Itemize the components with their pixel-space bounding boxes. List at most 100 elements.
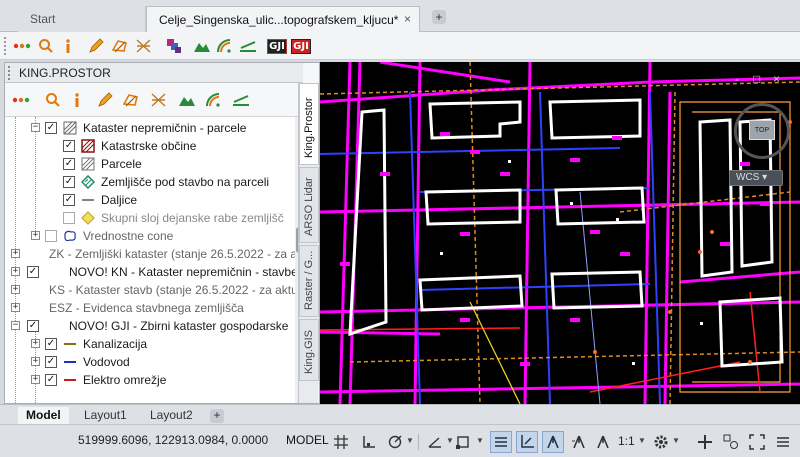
panel-grip[interactable] [8, 66, 11, 80]
chevron-down-icon[interactable]: ▼ [672, 436, 680, 445]
plus-icon[interactable] [694, 431, 716, 453]
layer-checkbox[interactable]: ✓ [45, 374, 57, 386]
gji-icon[interactable]: GJI [266, 36, 288, 56]
layer-checkbox[interactable]: ✓ [27, 266, 39, 278]
minimize-icon[interactable]: - [735, 72, 739, 86]
new-tab-button[interactable]: + [432, 10, 446, 24]
gear-icon[interactable] [650, 431, 672, 453]
layer-checkbox[interactable]: ✓ [27, 320, 39, 332]
tree-row[interactable]: + ZK - Zemljiški kataster (stanje 26.5.2… [5, 245, 295, 263]
search-icon[interactable] [36, 36, 56, 56]
expand-icon[interactable]: + [11, 267, 20, 276]
model-space-button[interactable]: MODEL [282, 431, 333, 451]
tree-row[interactable]: − ✓ NOVO! GJI - Zbirni kataster gospodar… [5, 317, 295, 335]
isolate-objects-icon[interactable] [720, 431, 742, 453]
tree-row[interactable]: ✓ Parcele [5, 155, 295, 173]
tree-row[interactable]: + Vrednostne cone [5, 227, 295, 245]
tree-row[interactable]: + ✓ NOVO! KN - Kataster nepremičnin - st… [5, 263, 295, 281]
tab-layout1[interactable]: Layout1 [76, 407, 135, 425]
tree-row[interactable]: ✓ Katastrske občine [5, 137, 295, 155]
polygon-edit-icon[interactable] [121, 90, 141, 110]
cad-drawing[interactable] [320, 62, 800, 404]
tab-king-gis[interactable]: King.GIS [299, 319, 319, 381]
layer-checkbox[interactable]: ✓ [63, 158, 75, 170]
object-snap-icon[interactable] [452, 431, 474, 453]
close-icon[interactable]: × [404, 12, 411, 26]
tree-row[interactable]: Skupni sloj dejanske rabe zemljišč [5, 209, 295, 227]
line-icon[interactable] [238, 36, 258, 56]
wifi-signal-icon[interactable] [203, 90, 223, 110]
annotation-visibility-icon[interactable] [542, 431, 564, 453]
info-icon[interactable] [58, 36, 78, 56]
layer-checkbox[interactable]: ✓ [63, 194, 75, 206]
tree-row[interactable]: ✓ Zemljišče pod stavbo na parceli [5, 173, 295, 191]
viewcube-top-face[interactable]: TOP [749, 120, 775, 140]
info-icon[interactable] [67, 90, 87, 110]
close-icon[interactable]: × [773, 72, 780, 86]
tree-row[interactable]: + ESZ - Evidenca stavbnega zemljišča [5, 299, 295, 317]
crosshatch-icon[interactable] [134, 36, 154, 56]
expand-icon[interactable]: + [31, 231, 40, 240]
maximize-icon[interactable]: □ [753, 72, 760, 86]
expand-icon[interactable]: + [11, 303, 20, 312]
tab-start[interactable]: Start [18, 6, 146, 32]
tree-row[interactable]: + ✓ Vodovod [5, 353, 295, 371]
add-layout-button[interactable]: + [210, 409, 224, 423]
layer-checkbox[interactable] [45, 230, 57, 242]
fullscreen-icon[interactable] [746, 431, 768, 453]
chevron-down-icon[interactable]: ▼ [638, 436, 646, 445]
terrain-icon[interactable] [192, 36, 212, 56]
toolbar-grip[interactable] [4, 37, 7, 55]
pencil-icon[interactable] [86, 36, 106, 56]
search-icon[interactable] [43, 90, 63, 110]
scale-readout[interactable]: 1:1 [618, 434, 635, 448]
layer-checkbox[interactable]: ✓ [45, 356, 57, 368]
isometric-icon[interactable] [424, 431, 446, 453]
layer-checkbox[interactable]: ✓ [45, 338, 57, 350]
layers-color-icon[interactable] [164, 36, 184, 56]
collapse-icon[interactable]: − [11, 321, 20, 330]
coordinate-readout[interactable]: 519999.6096, 122913.0984, 0.0000 [78, 433, 268, 447]
line-icon[interactable] [231, 90, 251, 110]
expand-icon[interactable]: + [11, 285, 20, 294]
expand-icon[interactable]: + [31, 357, 40, 366]
tree-row[interactable]: + ✓ Elektro omrežje [5, 371, 295, 389]
tree-row[interactable]: ✓ Daljice [5, 191, 295, 209]
panel-title-bar[interactable]: KING.PROSTOR [5, 63, 303, 83]
tab-layout2[interactable]: Layout2 [142, 407, 201, 425]
tree-row[interactable]: + KS - Kataster stavb (stanje 26.5.2022 … [5, 281, 295, 299]
snap-icon[interactable] [358, 431, 380, 453]
tab-model[interactable]: Model [18, 407, 69, 425]
layer-checkbox[interactable] [63, 212, 75, 224]
layer-checkbox[interactable]: ✓ [63, 140, 75, 152]
menu-icon[interactable] [772, 431, 794, 453]
annotation-scale-icon[interactable] [592, 431, 614, 453]
pencil-icon[interactable] [95, 90, 115, 110]
collapse-icon[interactable]: − [31, 123, 40, 132]
expand-icon[interactable]: + [11, 249, 20, 258]
dots-icon[interactable] [11, 90, 31, 110]
chevron-down-icon[interactable]: ▼ [406, 436, 414, 445]
transparency-icon[interactable] [516, 431, 538, 453]
auto-scale-icon[interactable] [568, 431, 590, 453]
grid-icon[interactable] [330, 431, 352, 453]
lineweight-icon[interactable] [490, 431, 512, 453]
layer-checkbox[interactable]: ✓ [63, 176, 75, 188]
polygon-edit-icon[interactable] [110, 36, 130, 56]
wcs-menu[interactable]: WCS ▾ [729, 170, 783, 186]
dots-icon[interactable] [12, 36, 32, 56]
wifi-signal-icon[interactable] [214, 36, 234, 56]
tree-row[interactable]: − ✓ Kataster nepremičnin - parcele [5, 119, 295, 137]
tab-active-drawing[interactable]: Celje_Singenska_ulic...topografskem_klju… [146, 6, 420, 32]
expand-icon[interactable]: + [31, 339, 40, 348]
viewcube[interactable]: TOP [734, 103, 790, 159]
drawing-viewport[interactable] [320, 62, 800, 404]
chevron-down-icon[interactable]: ▼ [476, 436, 484, 445]
crosshatch-icon[interactable] [149, 90, 169, 110]
polar-tracking-icon[interactable] [384, 431, 406, 453]
layer-checkbox[interactable]: ✓ [45, 122, 57, 134]
expand-icon[interactable]: + [31, 375, 40, 384]
terrain-icon[interactable] [177, 90, 197, 110]
tree-row[interactable]: + ✓ Kanalizacija [5, 335, 295, 353]
gji-red-icon[interactable]: GJI [290, 36, 312, 56]
